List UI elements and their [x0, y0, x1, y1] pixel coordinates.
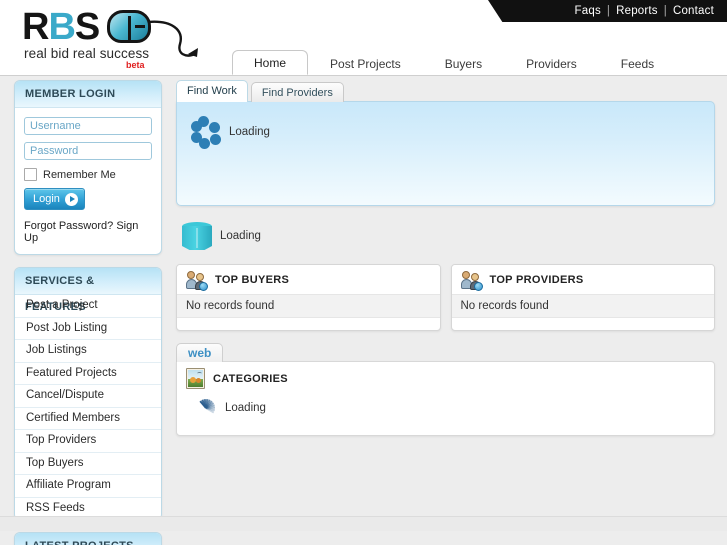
categories-loading-label: Loading	[225, 402, 266, 414]
top-providers-header: TOP PROVIDERS	[451, 265, 714, 295]
sidebar-item-cancel-dispute[interactable]: Cancel/Dispute	[15, 385, 161, 408]
top-buyers-empty-message: No records found	[177, 295, 440, 318]
login-button[interactable]: Login	[24, 188, 85, 210]
top-providers-title: TOP PROVIDERS	[489, 273, 584, 286]
nav-tab-feeds[interactable]: Feeds	[599, 53, 676, 75]
services-list: Post a Project Post Job Listing Job List…	[15, 295, 161, 519]
mouse-cord-arrow-icon	[147, 20, 198, 57]
top-providers-card: TOP PROVIDERS No records found	[450, 264, 715, 331]
top-utility-nav: Faqs | Reports | Contact	[573, 0, 716, 22]
topnav-link-contact[interactable]: Contact	[671, 5, 716, 17]
remember-me-checkbox[interactable]	[24, 168, 37, 181]
page-body: MEMBER LOGIN Remember Me Login Forgot Pa…	[0, 76, 727, 545]
member-login-panel: MEMBER LOGIN Remember Me Login Forgot Pa…	[14, 80, 162, 255]
remember-me-row[interactable]: Remember Me	[24, 168, 152, 181]
content-column: Find Work Find Providers Loading Loading	[176, 80, 715, 436]
nav-tab-buyers[interactable]: Buyers	[423, 53, 504, 75]
member-login-title: MEMBER LOGIN	[15, 81, 161, 108]
nav-tab-providers[interactable]: Providers	[504, 53, 599, 75]
site-logo[interactable]: RBS real bid real success beta	[22, 6, 202, 70]
picture-icon	[186, 368, 205, 389]
latest-projects-title: LATEST PROJECTS	[15, 533, 161, 545]
tab-find-work[interactable]: Find Work	[176, 80, 248, 102]
people-icon	[186, 270, 208, 291]
categories-title: CATEGORIES	[213, 372, 288, 385]
logo-beta-badge: beta	[126, 60, 145, 70]
topnav-link-faqs[interactable]: Faqs	[573, 5, 603, 17]
tab-find-providers[interactable]: Find Providers	[250, 82, 344, 102]
password-input[interactable]	[24, 142, 152, 160]
top-buyers-card: TOP BUYERS No records found	[176, 264, 441, 331]
logo-letter-b: B	[48, 6, 75, 48]
categories-tab-row: web	[176, 342, 715, 362]
nav-tab-post-projects[interactable]: Post Projects	[308, 53, 423, 75]
login-button-label: Login	[33, 193, 60, 205]
top-buyers-header: TOP BUYERS	[177, 265, 440, 295]
logo-letter-r: R	[22, 6, 49, 48]
top-buyers-title: TOP BUYERS	[215, 273, 290, 286]
search-loading-indicator: Loading	[191, 116, 270, 149]
sidebar-item-certified-members[interactable]: Certified Members	[15, 407, 161, 430]
logo-letter-s: S	[74, 6, 100, 48]
remember-me-label: Remember Me	[43, 168, 116, 181]
nav-tab-home[interactable]: Home	[232, 50, 309, 75]
footer-strip	[0, 516, 727, 531]
sidebar-item-post-a-project[interactable]: Post a Project	[15, 295, 161, 318]
cube-icon	[182, 220, 212, 252]
search-loading-label: Loading	[229, 126, 270, 138]
top-lists-row: TOP BUYERS No records found TOP PROVIDER…	[176, 264, 715, 331]
mouse-icon	[107, 10, 151, 43]
username-input[interactable]	[24, 117, 152, 135]
sidebar-item-job-listings[interactable]: Job Listings	[15, 340, 161, 363]
sidebar-item-top-buyers[interactable]: Top Buyers	[15, 452, 161, 475]
line-spinner-icon	[195, 397, 217, 419]
top-providers-empty-message: No records found	[451, 295, 714, 318]
forgot-password-link[interactable]: Forgot Password?	[24, 220, 113, 232]
content-tabs: Find Work Find Providers	[176, 80, 715, 102]
services-panel-title: SERVICES & FEATURES	[15, 268, 161, 313]
topnav-separator-2: |	[663, 5, 667, 17]
logo-tagline: real bid real success	[24, 46, 150, 61]
sidebar-item-post-job-listing[interactable]: Post Job Listing	[15, 317, 161, 340]
sidebar-item-affiliate-program[interactable]: Affiliate Program	[15, 475, 161, 498]
services-panel: SERVICES & FEATURES Post a Project Post …	[14, 267, 162, 520]
play-arrow-icon	[64, 192, 78, 206]
box-loading-label: Loading	[220, 230, 261, 242]
dot-spinner-icon	[191, 116, 223, 149]
sidebar: MEMBER LOGIN Remember Me Login Forgot Pa…	[14, 80, 162, 545]
page-root: Faqs | Reports | Contact RBS real bid real s…	[0, 0, 727, 545]
latest-projects-panel: LATEST PROJECTS	[14, 532, 162, 545]
topnav-separator-1: |	[606, 5, 611, 17]
logo-wordmark: RBS	[22, 6, 100, 48]
box-loading-row: Loading	[176, 218, 715, 254]
sidebar-item-top-providers[interactable]: Top Providers	[15, 430, 161, 453]
tab-web[interactable]: web	[176, 343, 224, 362]
categories-panel: CATEGORIES Loading	[176, 361, 715, 436]
categories-loading-indicator: Loading	[177, 395, 714, 421]
mouse-button-icon	[135, 25, 145, 28]
people-icon	[460, 270, 483, 291]
login-links-row: Forgot Password? Sign Up	[24, 220, 152, 244]
categories-header: CATEGORIES	[177, 362, 714, 395]
sidebar-item-featured-projects[interactable]: Featured Projects	[15, 362, 161, 385]
topnav-link-reports[interactable]: Reports	[614, 5, 660, 17]
search-panel: Loading	[176, 101, 715, 206]
